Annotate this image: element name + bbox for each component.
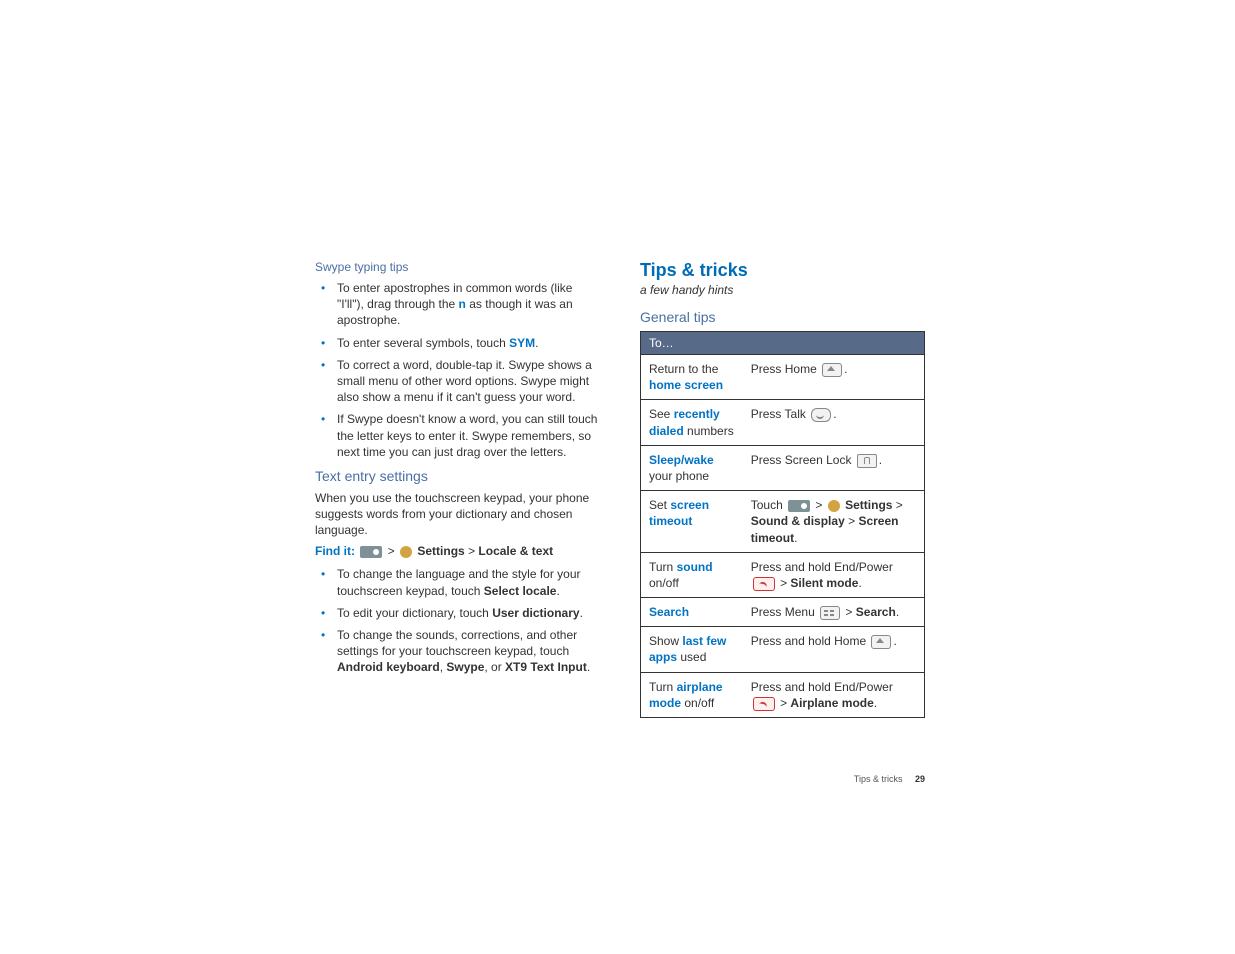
row-right: Press and hold End/Power > Silent mode.	[743, 552, 925, 597]
text: .	[580, 606, 583, 620]
row-left: Search	[641, 598, 743, 627]
table-row: Search Press Menu > Search.	[641, 598, 925, 627]
page-footer: Tips & tricks 29	[854, 774, 925, 784]
page-content: Swype typing tips To enter apostrophes i…	[0, 0, 1235, 718]
gear-icon	[400, 546, 412, 558]
table-row: Turn sound on/offPress and hold End/Powe…	[641, 552, 925, 597]
row-link: home screen	[649, 378, 723, 392]
n-highlight: n	[459, 297, 466, 311]
swype-heading: Swype typing tips	[315, 260, 600, 274]
row-right: Press Screen Lock .	[743, 445, 925, 490]
table-row: Show last few apps usedPress and hold Ho…	[641, 627, 925, 672]
find-it-line: Find it: > Settings > Locale & text	[315, 544, 600, 558]
swype-name: Swype	[446, 660, 484, 674]
text: To enter several symbols, touch	[337, 336, 509, 350]
power-icon	[753, 697, 775, 711]
row-link: Sleep/wake	[649, 453, 714, 467]
row-left: Set screen timeout	[641, 491, 743, 553]
talk-icon	[811, 408, 831, 422]
swype-bullet-3: To correct a word, double-tap it. Swype …	[329, 357, 600, 406]
footer-section: Tips & tricks	[854, 774, 903, 784]
table-row: Set screen timeoutTouch > Settings > Sou…	[641, 491, 925, 553]
gear-icon	[828, 500, 840, 512]
text: .	[587, 660, 590, 674]
row-link: screen timeout	[649, 498, 709, 528]
table-row: See recently dialed numbersPress Talk .	[641, 400, 925, 445]
swype-bullet-4: If Swype doesn't know a word, you can st…	[329, 411, 600, 460]
launcher-icon	[788, 500, 810, 512]
android-keyboard: Android keyboard	[337, 660, 440, 674]
settings-bullet-1: To change the language and the style for…	[329, 566, 600, 598]
settings-bullet-3: To change the sounds, corrections, and o…	[329, 627, 600, 676]
settings-bullet-list: To change the language and the style for…	[315, 566, 600, 675]
text-entry-heading: Text entry settings	[315, 468, 600, 484]
row-right: Press Menu > Search.	[743, 598, 925, 627]
row-right: Press Talk .	[743, 400, 925, 445]
tips-table: To… Return to the home screenPress Home …	[640, 331, 925, 718]
settings-bullet-2: To edit your dictionary, touch User dict…	[329, 605, 600, 621]
row-link: Search	[649, 605, 689, 619]
right-column: Tips & tricks a few handy hints General …	[640, 260, 925, 718]
text: , or	[484, 660, 505, 674]
settings-text: Settings	[417, 544, 464, 558]
swype-bullet-1: To enter apostrophes in common words (li…	[329, 280, 600, 329]
row-link: recently dialed	[649, 407, 720, 437]
text: .	[535, 336, 538, 350]
section-title: Tips & tricks	[640, 260, 925, 281]
row-right: Touch > Settings > Sound & display > Scr…	[743, 491, 925, 553]
home-icon	[871, 635, 891, 649]
gt: >	[468, 544, 475, 558]
row-right: Press and hold End/Power > Airplane mode…	[743, 672, 925, 717]
swype-bullet-list: To enter apostrophes in common words (li…	[315, 280, 600, 460]
launcher-icon	[360, 546, 382, 558]
table-header: To…	[641, 332, 925, 355]
row-left: See recently dialed numbers	[641, 400, 743, 445]
gt: >	[388, 544, 395, 558]
find-it-label: Find it:	[315, 544, 355, 558]
swype-bullet-2: To enter several symbols, touch SYM.	[329, 335, 600, 351]
page-number: 29	[915, 774, 925, 784]
table-row: Sleep/wake your phonePress Screen Lock .	[641, 445, 925, 490]
row-left: Turn sound on/off	[641, 552, 743, 597]
row-link: sound	[677, 560, 713, 574]
row-left: Return to the home screen	[641, 355, 743, 400]
home-icon	[822, 363, 842, 377]
menu-icon	[820, 606, 840, 620]
row-left: Show last few apps used	[641, 627, 743, 672]
section-subtitle: a few handy hints	[640, 283, 925, 297]
row-right: Press and hold Home .	[743, 627, 925, 672]
left-column: Swype typing tips To enter apostrophes i…	[315, 260, 600, 718]
row-right: Press Home .	[743, 355, 925, 400]
table-row: Turn airplane mode on/offPress and hold …	[641, 672, 925, 717]
general-tips-heading: General tips	[640, 309, 925, 325]
row-left: Turn airplane mode on/off	[641, 672, 743, 717]
locale-text: Locale & text	[478, 544, 553, 558]
lock-icon	[857, 454, 877, 468]
power-icon	[753, 577, 775, 591]
xt9-name: XT9 Text Input	[505, 660, 587, 674]
row-link: airplane mode	[649, 680, 723, 710]
row-left: Sleep/wake your phone	[641, 445, 743, 490]
sym-highlight: SYM	[509, 336, 535, 350]
select-locale: Select locale	[484, 584, 557, 598]
user-dictionary: User dictionary	[492, 606, 579, 620]
text: To change the sounds, corrections, and o…	[337, 628, 577, 658]
row-link: last few apps	[649, 634, 726, 664]
text: .	[556, 584, 559, 598]
text: To edit your dictionary, touch	[337, 606, 492, 620]
text-entry-paragraph: When you use the touchscreen keypad, you…	[315, 490, 600, 539]
table-row: Return to the home screenPress Home .	[641, 355, 925, 400]
